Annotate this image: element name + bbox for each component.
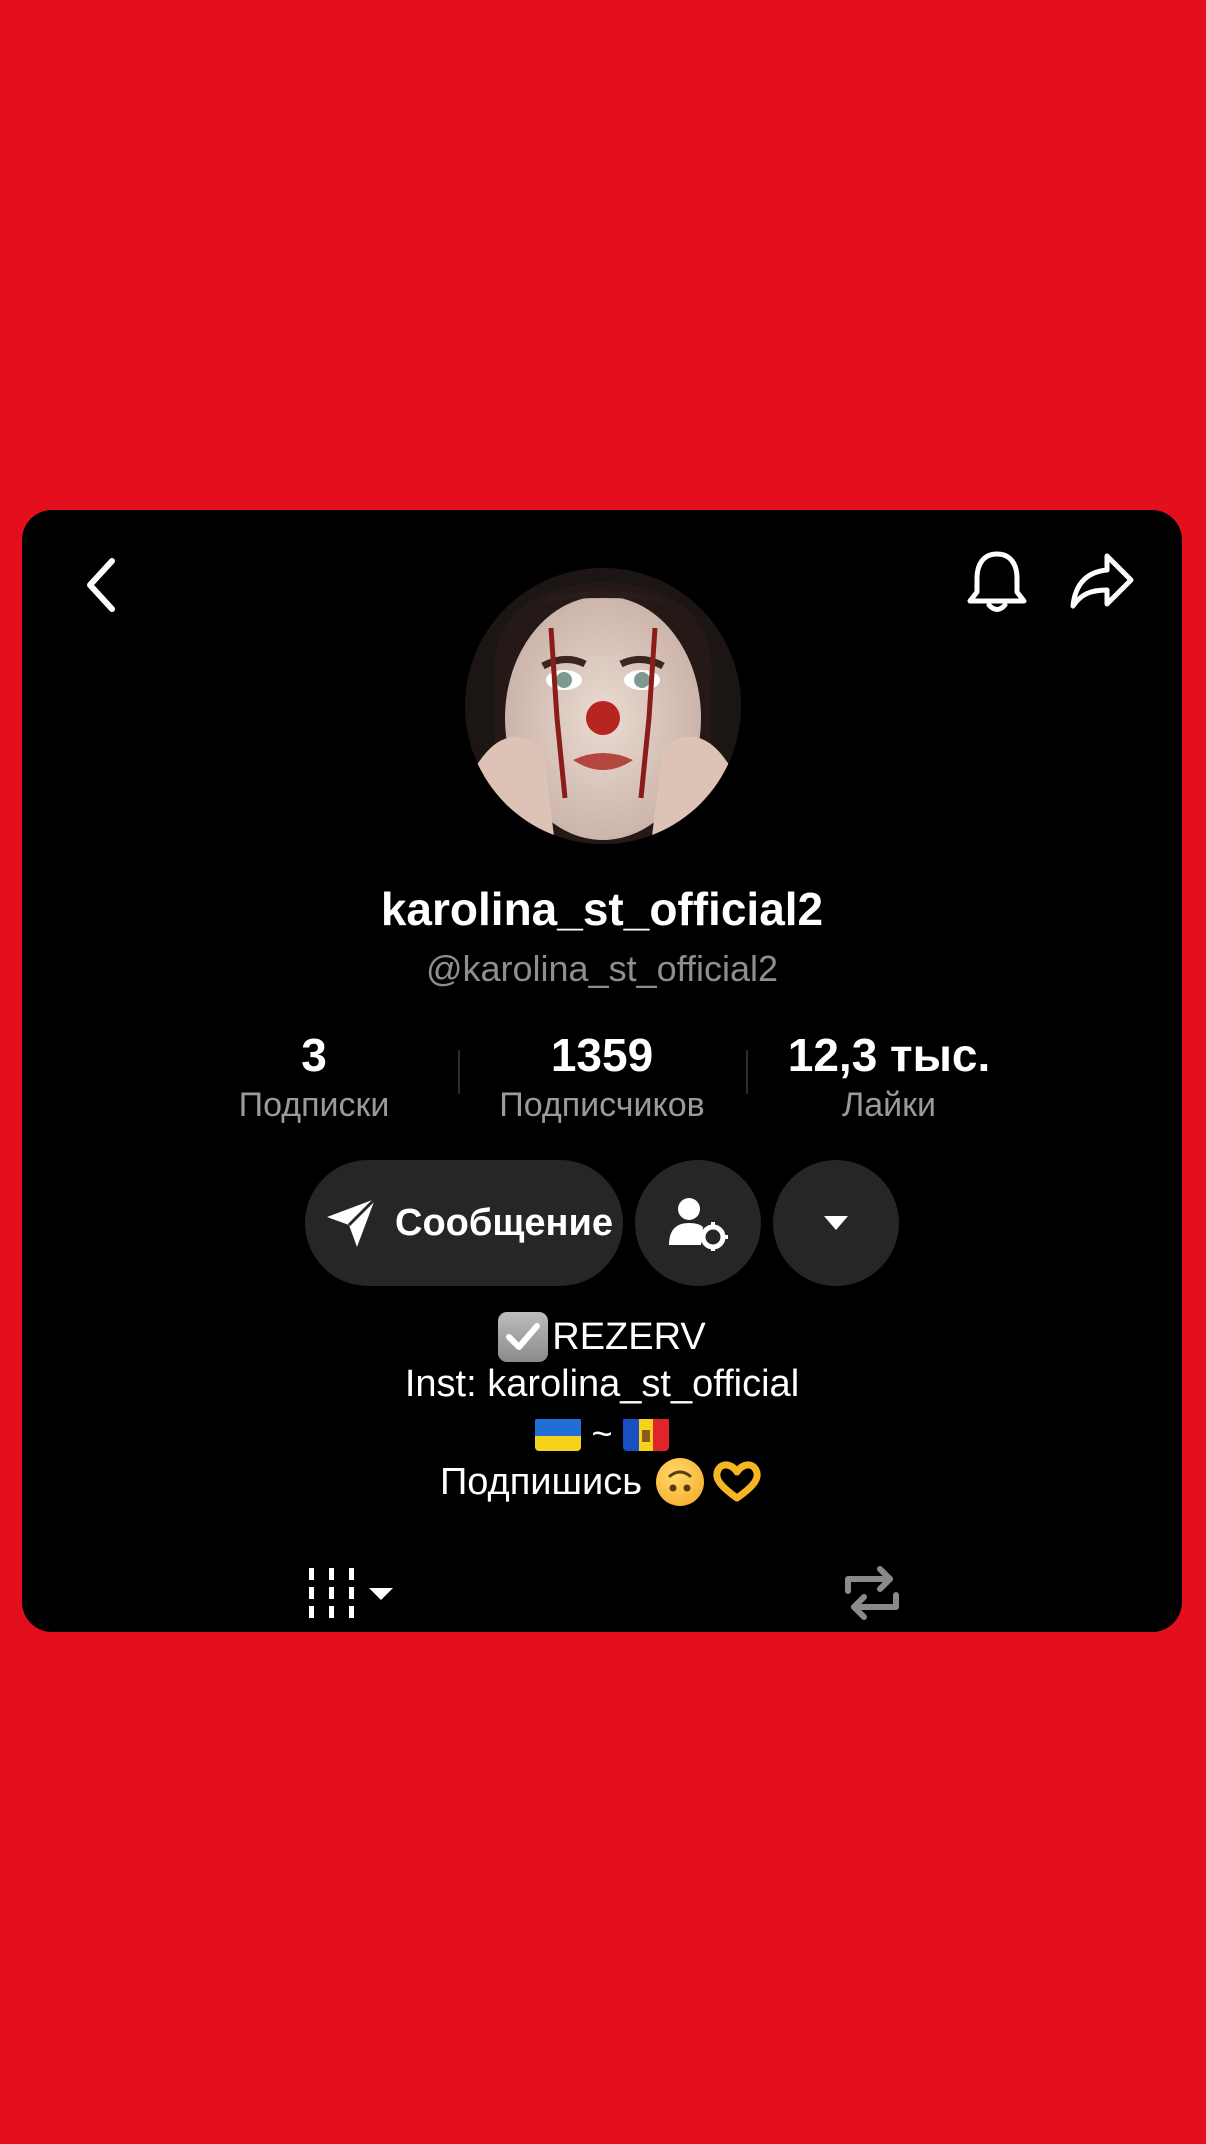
bio-instagram-line: Inst: karolina_st_official [404, 1363, 800, 1405]
following-stat[interactable]: 3 Подписки [169, 1030, 459, 1128]
chevron-left-icon [87, 558, 115, 612]
bio-line: REZERV [22, 1312, 1182, 1362]
bio-flags-line: ~ [22, 1410, 1182, 1458]
bio-subscribe-text: Подпишись [439, 1461, 643, 1503]
stats-divider [746, 1050, 748, 1094]
tab-videos[interactable] [288, 1558, 418, 1628]
user-settings-button[interactable] [635, 1160, 761, 1286]
stats-divider [458, 1050, 460, 1094]
grid-icon [309, 1568, 393, 1618]
message-button[interactable]: Сообщение [305, 1160, 623, 1286]
followers-count: 1359 [550, 1029, 654, 1081]
heart-hands-icon [710, 1458, 764, 1506]
following-label: Подписки [238, 1086, 390, 1124]
notification-bell-button[interactable] [947, 532, 1047, 632]
avatar[interactable] [465, 568, 741, 844]
message-button-label: Сообщение [395, 1201, 613, 1244]
tab-reposts[interactable] [822, 1558, 922, 1628]
upside-down-face-icon [656, 1458, 705, 1506]
caret-down-icon [824, 1216, 848, 1230]
display-name: karolina_st_official2 [380, 883, 824, 935]
repost-icon [845, 1566, 899, 1620]
checkmark-box-icon [498, 1312, 549, 1362]
user-gear-icon [669, 1198, 728, 1251]
bell-icon [967, 551, 1027, 612]
following-count: 3 [301, 1029, 327, 1081]
followers-label: Подписчиков [499, 1086, 705, 1124]
share-button[interactable] [1052, 532, 1152, 632]
profile-actions: Сообщение [22, 1160, 1182, 1286]
paper-plane-icon [327, 1197, 377, 1247]
back-button[interactable] [52, 540, 152, 630]
username-handle: @karolina_st_official2 [425, 948, 779, 989]
moldova-flag-icon [622, 1417, 669, 1451]
avatar-image [465, 568, 741, 844]
share-arrow-icon [1070, 553, 1134, 609]
profile-card: karolina_st_official2 @karolina_st_offic… [22, 510, 1182, 1632]
bio-subscribe-line: Подпишись [22, 1458, 1182, 1506]
likes-count: 12,3 тыс. [787, 1029, 991, 1081]
likes-stat[interactable]: 12,3 тыс. Лайки [744, 1030, 1034, 1128]
ukraine-flag-icon [535, 1417, 582, 1451]
more-options-dropdown-button[interactable] [773, 1160, 899, 1286]
followers-stat[interactable]: 1359 Подписчиков [457, 1030, 747, 1128]
bio-text: REZERV [552, 1316, 706, 1358]
likes-label: Лайки [841, 1086, 937, 1124]
profile-stats: 3 Подписки 1359 Подписчиков 12,3 тыс. Ла… [22, 1030, 1182, 1130]
flags-separator: ~ [591, 1413, 613, 1454]
